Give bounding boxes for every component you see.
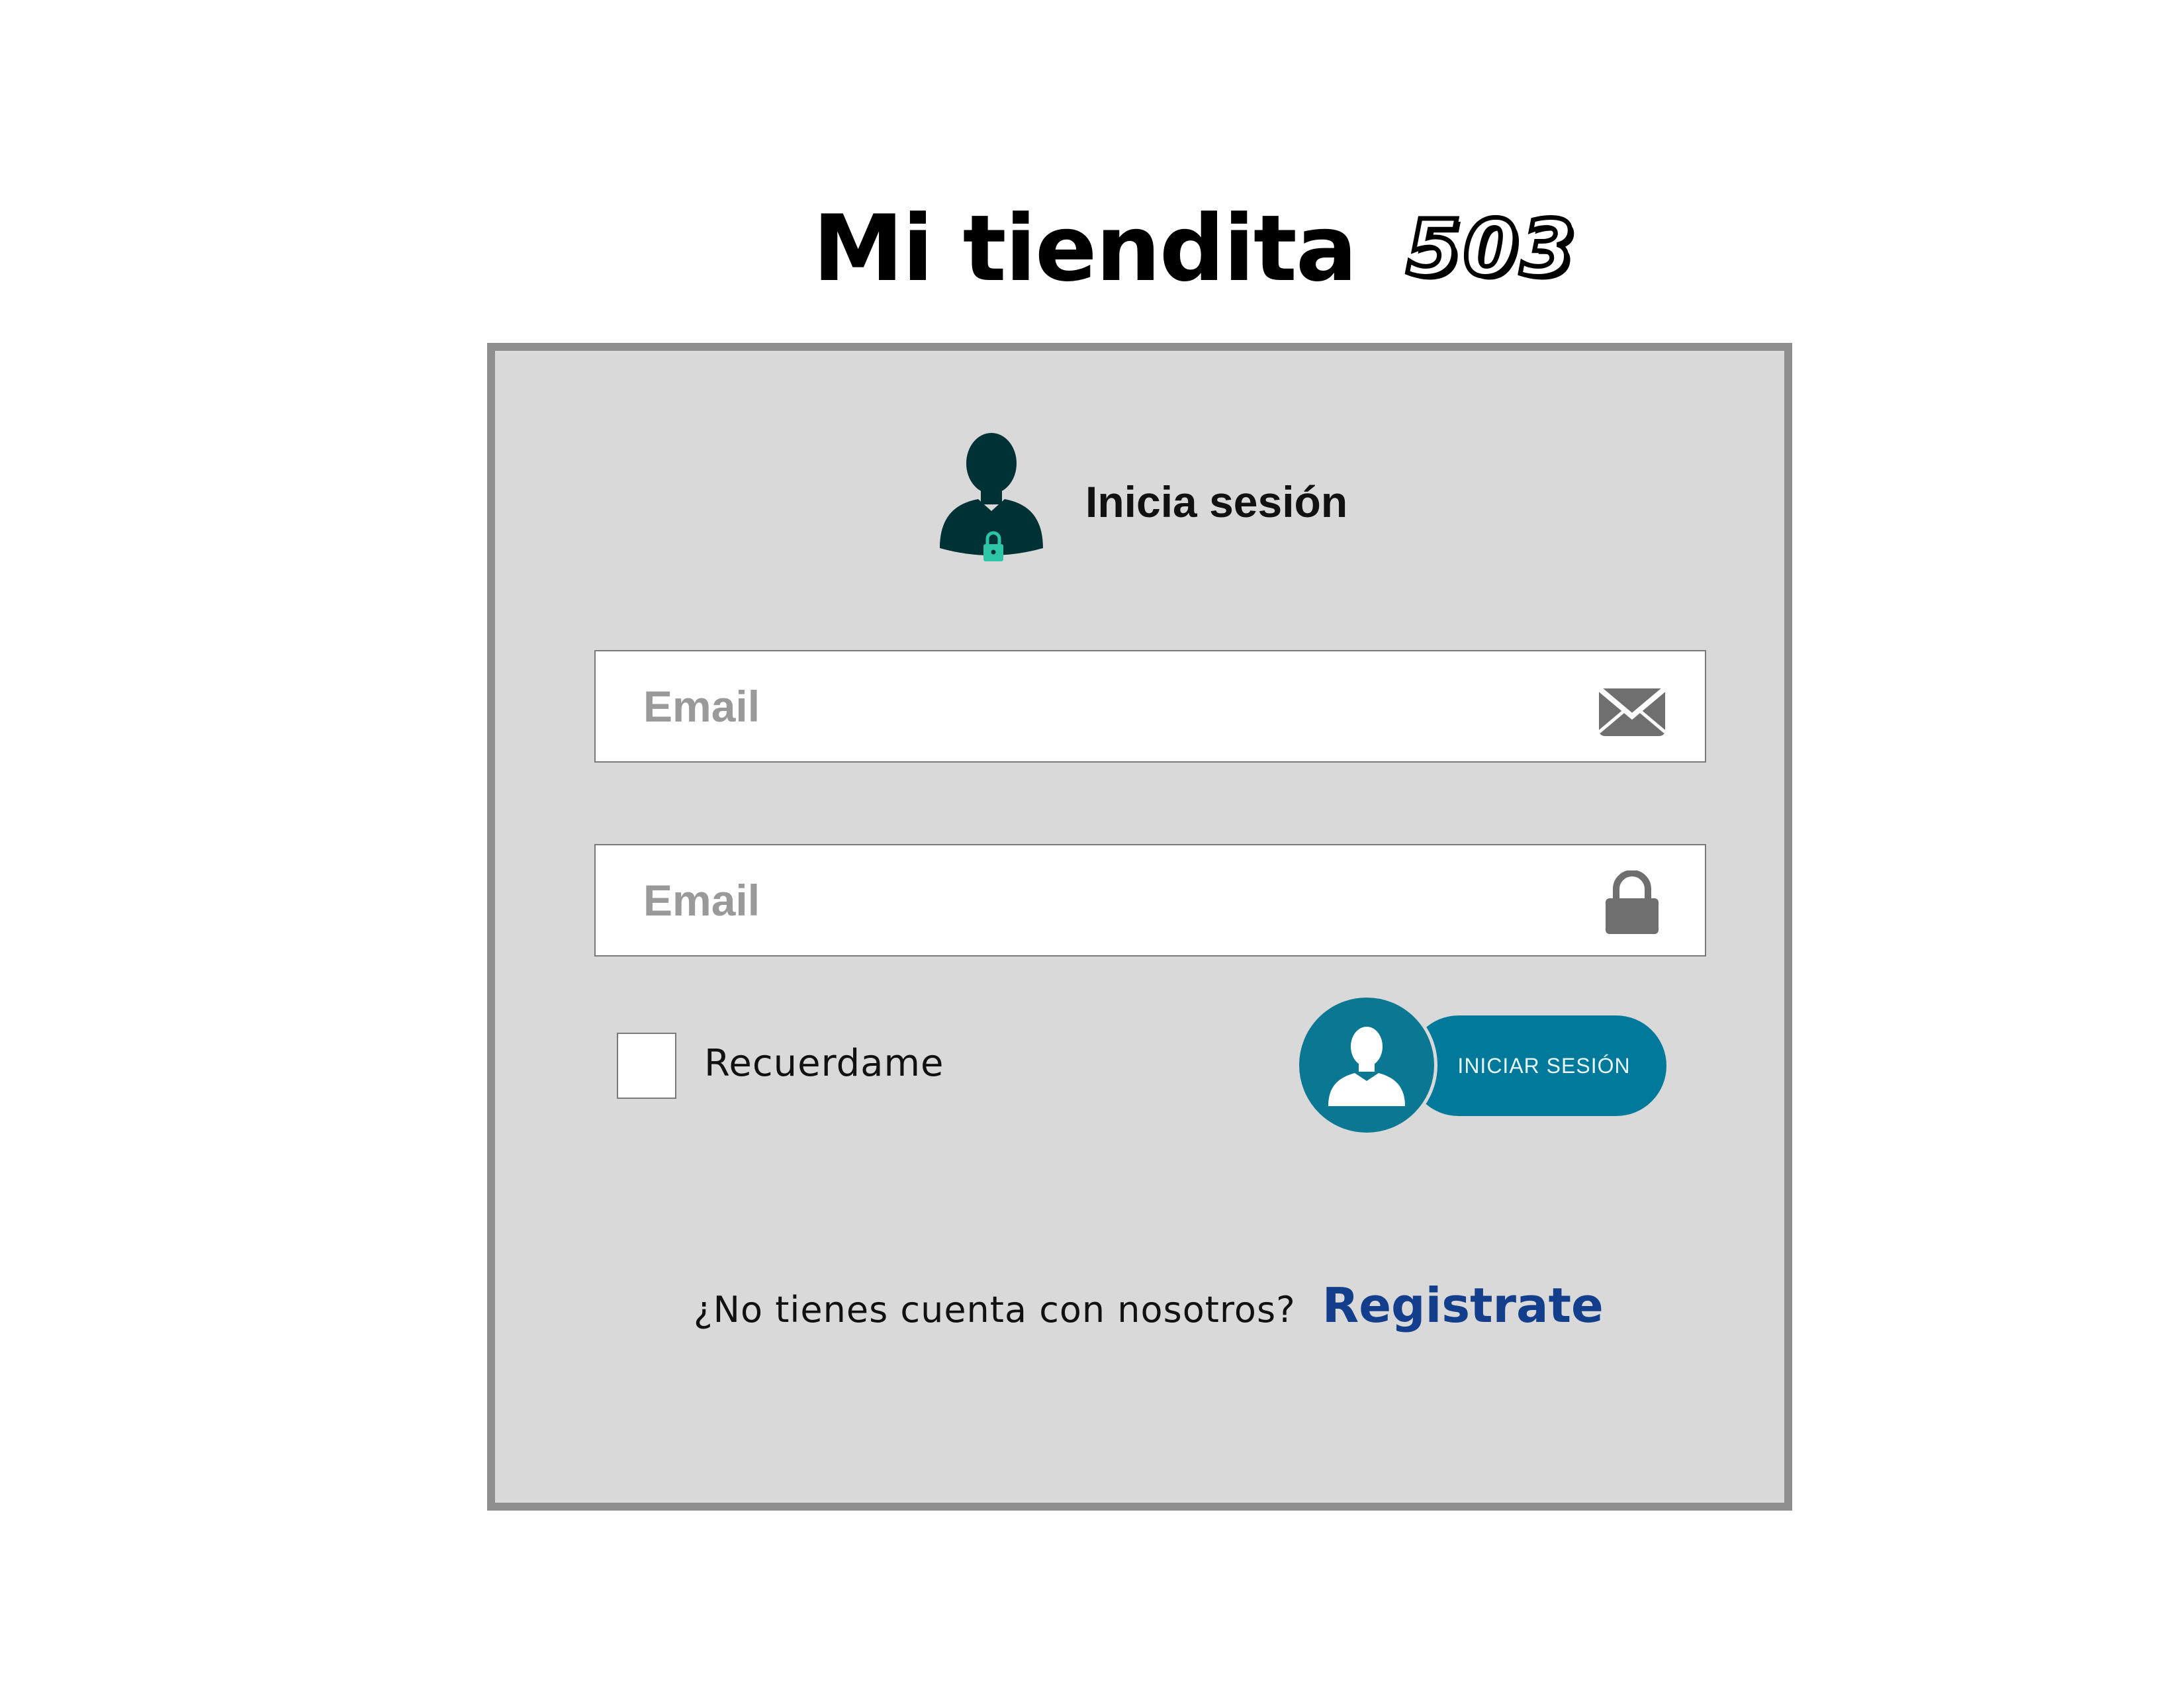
signup-question: ¿No tienes cuenta con nosotros? [694, 1289, 1296, 1331]
register-link[interactable]: Registrate [1322, 1278, 1604, 1333]
app-title: Mi tiendita 503 [813, 192, 1577, 305]
password-field[interactable] [596, 851, 1570, 950]
app-name: Mi tiendita [813, 195, 1357, 302]
password-field-container [594, 844, 1706, 957]
email-field[interactable] [596, 657, 1570, 756]
login-button-label[interactable]: INICIAR SESIÓN [1432, 1015, 1657, 1116]
login-title: Inicia sesión [1085, 477, 1348, 526]
padlock-icon [1606, 870, 1659, 934]
email-field-container [594, 650, 1706, 763]
app-number: 503 [1404, 201, 1578, 297]
user-lock-icon [940, 433, 1043, 561]
remember-label: Recuerdame [704, 1042, 944, 1085]
login-button[interactable]: INICIAR SESIÓN [1296, 994, 1666, 1136]
envelope-icon [1597, 686, 1667, 736]
user-icon [1328, 1027, 1405, 1106]
login-button-avatar[interactable] [1296, 994, 1437, 1136]
signup-prompt: ¿No tienes cuenta con nosotros? Registra… [694, 1278, 1604, 1333]
remember-checkbox[interactable] [617, 1033, 676, 1099]
